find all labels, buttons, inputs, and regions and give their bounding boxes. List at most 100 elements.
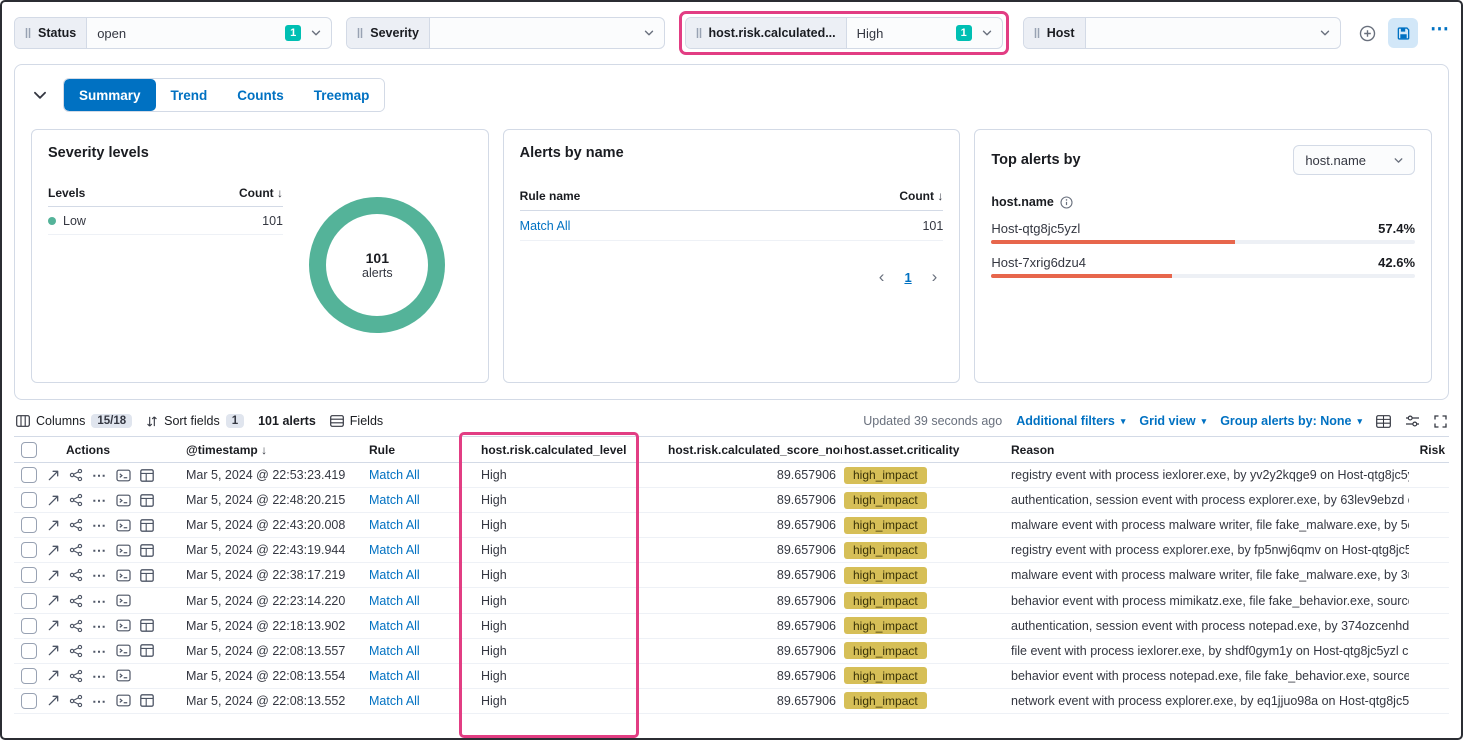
- session-viewer-icon[interactable]: [116, 594, 131, 607]
- event-renderer-icon[interactable]: [140, 569, 154, 582]
- more-actions-icon[interactable]: ⋯: [92, 521, 107, 529]
- filter-severity-body[interactable]: [430, 26, 664, 40]
- session-viewer-icon[interactable]: [116, 694, 131, 707]
- more-actions-icon[interactable]: ⋯: [92, 571, 107, 579]
- filter-host-body[interactable]: [1086, 26, 1340, 40]
- filter-status[interactable]: Status open 1: [14, 17, 332, 49]
- filter-host-risk-level-body[interactable]: High 1: [847, 25, 1002, 41]
- event-renderer-icon[interactable]: [140, 619, 154, 632]
- session-viewer-icon[interactable]: [116, 494, 131, 507]
- filter-host[interactable]: Host: [1023, 17, 1341, 49]
- session-viewer-icon[interactable]: [116, 569, 131, 582]
- grid-settings-icon[interactable]: [1405, 415, 1420, 427]
- event-renderer-icon[interactable]: [140, 469, 154, 482]
- session-viewer-icon[interactable]: [116, 669, 131, 682]
- more-actions-icon[interactable]: ⋯: [92, 471, 107, 479]
- expand-alert-icon[interactable]: [47, 694, 60, 707]
- tab-counts[interactable]: Counts: [222, 79, 299, 111]
- row-checkbox[interactable]: [21, 643, 37, 659]
- additional-filters-button[interactable]: Additional filters ▾: [1016, 414, 1125, 428]
- rule-link[interactable]: Match All: [369, 468, 420, 482]
- columns-button[interactable]: Columns 15/18: [16, 414, 132, 428]
- row-checkbox[interactable]: [21, 668, 37, 684]
- filter-host-risk-level[interactable]: host.risk.calculated... High 1: [685, 17, 1003, 49]
- filter-status-body[interactable]: open 1: [87, 25, 331, 41]
- chevron-down-icon[interactable]: [1318, 26, 1332, 40]
- prev-page-icon[interactable]: ‹: [879, 267, 885, 287]
- timestamp-column-header[interactable]: @timestamp ↓: [186, 443, 369, 457]
- page-number[interactable]: 1: [904, 270, 911, 285]
- expand-alert-icon[interactable]: [47, 594, 60, 607]
- more-actions-icon[interactable]: ⋯: [92, 672, 107, 680]
- drag-handle-icon[interactable]: [696, 27, 702, 39]
- reason-column-header[interactable]: Reason: [997, 443, 1409, 457]
- criticality-column-header[interactable]: host.asset.criticality: [842, 443, 997, 457]
- row-checkbox[interactable]: [21, 467, 37, 483]
- risk-column-header[interactable]: Risk: [1409, 443, 1449, 457]
- more-actions-icon[interactable]: ⋯: [92, 597, 107, 605]
- event-renderer-icon[interactable]: [140, 494, 154, 507]
- rule-link[interactable]: Match All: [369, 669, 420, 683]
- rule-link[interactable]: Match All: [369, 594, 420, 608]
- drag-handle-icon[interactable]: [1034, 27, 1040, 39]
- fullscreen-icon[interactable]: [1434, 415, 1447, 428]
- row-checkbox[interactable]: [21, 567, 37, 583]
- select-all-checkbox[interactable]: [21, 442, 37, 458]
- chevron-down-icon[interactable]: [309, 26, 323, 40]
- next-page-icon[interactable]: ›: [932, 267, 938, 287]
- expand-alert-icon[interactable]: [47, 469, 60, 482]
- rule-link[interactable]: Match All: [369, 644, 420, 658]
- event-renderer-icon[interactable]: [140, 694, 154, 707]
- rule-column-header[interactable]: Rule: [369, 443, 467, 457]
- expand-alert-icon[interactable]: [47, 544, 60, 557]
- analyze-event-icon[interactable]: [69, 518, 83, 532]
- more-actions-icon[interactable]: ⋯: [92, 647, 107, 655]
- app-menu-icon[interactable]: ⋯: [1430, 25, 1449, 41]
- expand-alert-icon[interactable]: [47, 519, 60, 532]
- severity-count-column-header[interactable]: Count ↓: [239, 186, 283, 200]
- collapse-panel-chevron-icon[interactable]: [31, 86, 49, 104]
- more-actions-icon[interactable]: ⋯: [92, 546, 107, 554]
- row-checkbox[interactable]: [21, 492, 37, 508]
- session-viewer-icon[interactable]: [116, 469, 131, 482]
- risk-level-column-header[interactable]: host.risk.calculated_level: [467, 443, 652, 457]
- top-alerts-field-select[interactable]: host.name: [1293, 145, 1415, 175]
- filter-severity[interactable]: Severity: [346, 17, 664, 49]
- count-column-header[interactable]: Count ↓: [899, 189, 943, 203]
- risk-score-column-header[interactable]: host.risk.calculated_score_norm: [652, 443, 842, 457]
- grid-density-icon[interactable]: [1376, 415, 1391, 428]
- save-icon[interactable]: [1388, 18, 1418, 48]
- event-renderer-icon[interactable]: [140, 644, 154, 657]
- row-checkbox[interactable]: [21, 693, 37, 709]
- fields-button[interactable]: Fields: [330, 414, 383, 428]
- analyze-event-icon[interactable]: [69, 694, 83, 708]
- grid-view-button[interactable]: Grid view ▾: [1139, 414, 1206, 428]
- expand-alert-icon[interactable]: [47, 494, 60, 507]
- expand-alert-icon[interactable]: [47, 669, 60, 682]
- analyze-event-icon[interactable]: [69, 568, 83, 582]
- info-icon[interactable]: [1060, 196, 1073, 209]
- more-actions-icon[interactable]: ⋯: [92, 622, 107, 630]
- group-alerts-by-button[interactable]: Group alerts by: None ▾: [1220, 414, 1362, 428]
- drag-handle-icon[interactable]: [357, 27, 363, 39]
- chevron-down-icon[interactable]: [980, 26, 994, 40]
- add-panel-icon[interactable]: [1359, 25, 1376, 42]
- sort-fields-button[interactable]: Sort fields 1: [146, 414, 244, 428]
- expand-alert-icon[interactable]: [47, 619, 60, 632]
- analyze-event-icon[interactable]: [69, 669, 83, 683]
- drag-handle-icon[interactable]: [25, 27, 31, 39]
- analyze-event-icon[interactable]: [69, 644, 83, 658]
- event-renderer-icon[interactable]: [140, 519, 154, 532]
- rule-link[interactable]: Match All: [369, 518, 420, 532]
- session-viewer-icon[interactable]: [116, 519, 131, 532]
- session-viewer-icon[interactable]: [116, 544, 131, 557]
- tab-trend[interactable]: Trend: [156, 79, 223, 111]
- analyze-event-icon[interactable]: [69, 543, 83, 557]
- row-checkbox[interactable]: [21, 542, 37, 558]
- rule-link[interactable]: Match All: [369, 619, 420, 633]
- expand-alert-icon[interactable]: [47, 644, 60, 657]
- row-checkbox[interactable]: [21, 593, 37, 609]
- row-checkbox[interactable]: [21, 517, 37, 533]
- session-viewer-icon[interactable]: [116, 619, 131, 632]
- analyze-event-icon[interactable]: [69, 619, 83, 633]
